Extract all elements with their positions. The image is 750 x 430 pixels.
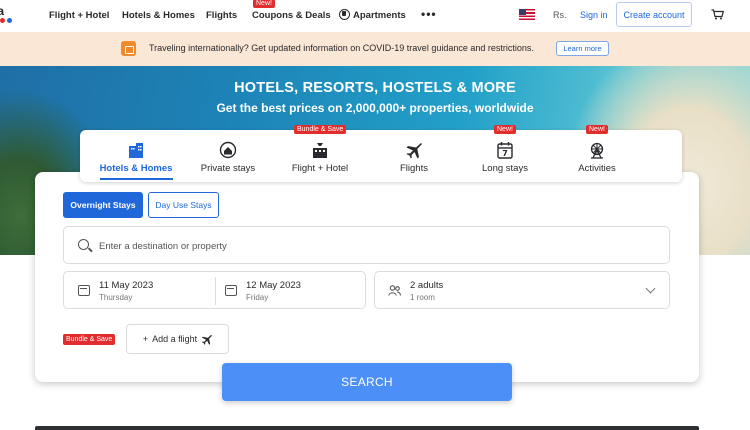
guests-rooms-field[interactable]: 2 adults 1 room <box>374 271 670 309</box>
tab-label: Flight + Hotel <box>291 163 349 174</box>
checkin-day: Thursday <box>99 293 133 302</box>
hero-title: HOTELS, RESORTS, HOSTELS & MORE <box>234 80 516 96</box>
tab-flight-hotel[interactable]: Bundle & Save Flight + Hotel <box>284 125 356 182</box>
sign-in-link[interactable]: Sign in <box>580 10 608 20</box>
cart-icon[interactable] <box>711 9 724 20</box>
logo-dots <box>0 18 12 23</box>
destination-field[interactable] <box>63 226 670 264</box>
bottom-section-edge <box>35 426 699 430</box>
svg-text:7: 7 <box>502 149 508 158</box>
search-icon <box>78 239 89 250</box>
tab-hotels-homes[interactable]: Hotels & Homes <box>98 130 174 182</box>
airplane-icon <box>202 334 213 345</box>
flight-hotel-icon <box>313 143 327 158</box>
tab-label: Flights <box>400 163 428 174</box>
rooms-count: 1 room <box>410 293 435 302</box>
overnight-stays-tab[interactable]: Overnight Stays <box>63 192 143 218</box>
tab-label: Activities <box>578 163 616 174</box>
suitcase-icon <box>121 41 136 56</box>
airplane-icon <box>406 143 422 159</box>
learn-more-button[interactable]: Learn more <box>556 41 609 56</box>
site-logo[interactable]: da <box>0 2 20 30</box>
apartment-icon <box>339 9 350 20</box>
add-flight-label: Add a flight <box>152 334 198 344</box>
add-flight-button[interactable]: + Add a flight <box>126 324 229 354</box>
guests-count: 2 adults <box>410 280 444 291</box>
chevron-down-icon[interactable] <box>645 283 656 294</box>
tab-label: Hotels & Homes <box>99 163 173 174</box>
checkout-date[interactable]: 12 May 2023 <box>246 280 301 291</box>
calendar-icon <box>225 285 237 296</box>
banner-text: Traveling internationally? Get updated i… <box>149 43 534 53</box>
logo-dot <box>7 18 12 23</box>
tab-label: Long stays <box>482 163 528 174</box>
active-tab-indicator <box>100 178 173 180</box>
day-use-stays-tab[interactable]: Day Use Stays <box>148 192 219 218</box>
covid-banner: Traveling internationally? Get updated i… <box>0 32 750 66</box>
product-tabs: Hotels & Homes Private stays Bundle & Sa… <box>80 125 682 182</box>
checkin-date[interactable]: 11 May 2023 <box>99 280 153 291</box>
date-divider <box>215 277 216 305</box>
new-badge: New! <box>494 125 516 134</box>
checkout-day: Friday <box>246 293 269 302</box>
guests-icon <box>388 285 401 296</box>
hotel-icon <box>129 143 143 158</box>
plus-icon: + <box>142 334 149 344</box>
logo-text: da <box>0 4 5 18</box>
logo-dot <box>0 18 5 23</box>
create-account-button[interactable]: Create account <box>616 2 692 27</box>
calendar-icon <box>78 285 90 296</box>
hero-subtitle: Get the best prices on 2,000,000+ proper… <box>216 101 534 115</box>
new-badge: New! <box>253 0 275 8</box>
us-flag-icon[interactable] <box>519 9 535 20</box>
new-badge: New! <box>586 125 608 134</box>
search-panel: Overnight Stays Day Use Stays 11 May 202… <box>35 172 699 382</box>
tab-flights[interactable]: Flights <box>384 130 444 182</box>
more-horizontal-icon[interactable]: ••• <box>421 7 437 21</box>
nav-hotels-homes[interactable]: Hotels & Homes <box>122 10 195 21</box>
date-range-field[interactable]: 11 May 2023 Thursday 12 May 2023 Friday <box>63 271 366 309</box>
calendar-7-icon: 7 <box>497 142 513 159</box>
ferris-wheel-icon <box>590 142 604 159</box>
tab-private-stays[interactable]: Private stays <box>193 130 263 182</box>
nav-flight-hotel[interactable]: Flight + Hotel <box>49 10 109 21</box>
search-button[interactable]: SEARCH <box>222 363 512 401</box>
tab-long-stays[interactable]: New! 7 Long stays <box>476 125 534 182</box>
currency-selector[interactable]: Rs. <box>553 10 567 20</box>
bundle-save-badge: Bundle & Save <box>294 125 347 134</box>
top-navigation: da Flight + Hotel Hotels & Homes Flights… <box>0 0 750 32</box>
nav-apartments[interactable]: Apartments <box>353 10 406 21</box>
private-stay-icon <box>219 141 237 159</box>
nav-flights[interactable]: Flights <box>206 10 237 21</box>
tab-label: Private stays <box>200 163 256 174</box>
nav-coupons-deals[interactable]: Coupons & Deals <box>252 10 331 21</box>
tab-activities[interactable]: New! Activities <box>570 125 624 182</box>
bundle-save-badge: Bundle & Save <box>63 334 116 345</box>
destination-input[interactable] <box>99 238 659 254</box>
